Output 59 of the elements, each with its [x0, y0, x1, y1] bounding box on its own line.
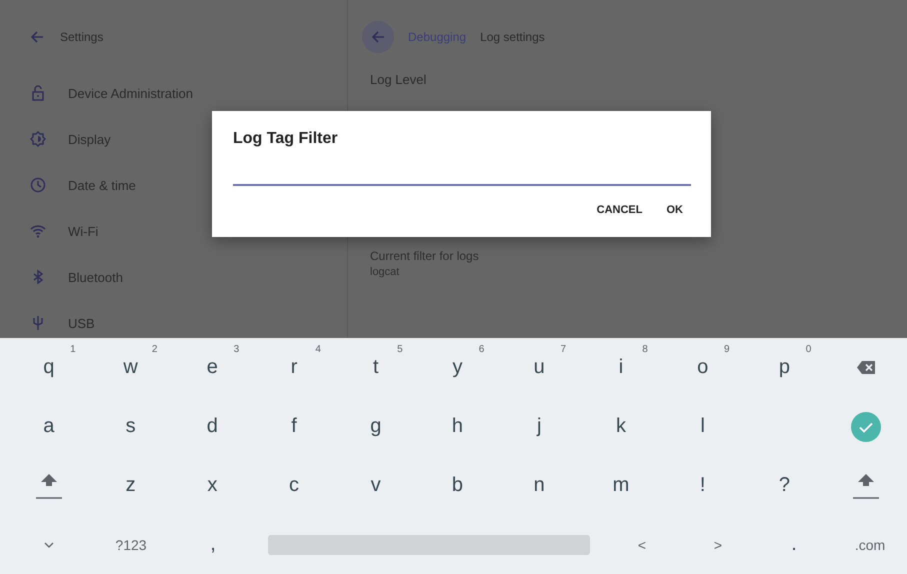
keyboard-key[interactable]: s — [90, 397, 172, 456]
key-hint: 2 — [152, 344, 158, 355]
preference-value: logcat — [370, 266, 400, 278]
sidebar-title: Settings — [60, 30, 104, 44]
backspace-icon[interactable] — [857, 361, 876, 374]
dialog-title: Log Tag Filter — [233, 130, 339, 148]
keyboard-key[interactable]: . — [756, 515, 832, 574]
brightness-icon — [30, 131, 46, 147]
keyboard-key[interactable]: > — [680, 515, 756, 574]
chevron-down-icon[interactable] — [44, 542, 54, 548]
key-hint: 8 — [642, 344, 648, 355]
keyboard-key[interactable]: , — [172, 515, 254, 574]
key-hint: 0 — [806, 344, 812, 355]
keyboard-key[interactable]: f — [253, 397, 335, 456]
key-hint: 6 — [478, 344, 484, 355]
keyboard-key[interactable]: .com — [832, 515, 907, 574]
back-arrow-icon — [371, 30, 385, 44]
shift-icon[interactable] — [853, 472, 880, 498]
key-hint: 4 — [315, 344, 321, 355]
keyboard-key[interactable]: x — [171, 456, 254, 515]
keyboard-key[interactable]: z — [90, 456, 172, 515]
keyboard-key[interactable]: p 0 — [744, 338, 826, 397]
dialog-button[interactable]: OK — [658, 198, 691, 222]
keyboard-key[interactable]: b — [416, 456, 498, 515]
page-title: Log settings — [480, 30, 545, 44]
keyboard-key[interactable]: y 6 — [416, 338, 498, 397]
checkmark-button-icon[interactable] — [851, 412, 882, 442]
key-hint: 3 — [234, 344, 240, 355]
preference-title: Current filter for logs — [370, 249, 480, 263]
keyboard-key[interactable]: l — [662, 397, 744, 456]
keyboard-key[interactable]: m — [580, 456, 662, 515]
keyboard-key[interactable]: o 9 — [662, 338, 744, 397]
shift-icon[interactable] — [36, 472, 62, 498]
keyboard-key[interactable]: u 7 — [498, 338, 580, 397]
dialog-button[interactable]: CANCEL — [588, 198, 650, 222]
keyboard-key[interactable]: v — [334, 456, 417, 515]
keyboard-key[interactable]: j — [498, 397, 580, 456]
clock-icon — [30, 177, 46, 193]
keyboard-key[interactable]: ? — [744, 456, 826, 515]
keyboard-key[interactable]: g — [334, 397, 417, 456]
keyboard-key[interactable]: k — [580, 397, 662, 456]
key-hint: 9 — [724, 344, 730, 355]
key-hint: 7 — [560, 344, 566, 355]
back-arrow-icon[interactable] — [30, 30, 44, 44]
lock-icon — [30, 85, 46, 101]
keyboard-key[interactable]: a — [8, 397, 90, 456]
key-hint: 1 — [70, 344, 76, 355]
keyboard-key[interactable]: h — [416, 397, 498, 456]
keyboard-key[interactable]: i 8 — [580, 338, 662, 397]
wifi-icon — [30, 223, 46, 239]
keyboard-key[interactable]: n — [498, 456, 580, 515]
keyboard-key[interactable]: < — [604, 515, 680, 574]
key-hint: 5 — [397, 344, 403, 355]
keyboard-key[interactable]: ! — [662, 456, 744, 515]
back-button[interactable] — [362, 21, 394, 53]
usb-icon — [30, 315, 46, 331]
keyboard-key[interactable]: ?123 — [90, 515, 172, 574]
keyboard-key[interactable]: d — [171, 397, 254, 456]
keyboard-key[interactable]: c — [253, 456, 335, 515]
